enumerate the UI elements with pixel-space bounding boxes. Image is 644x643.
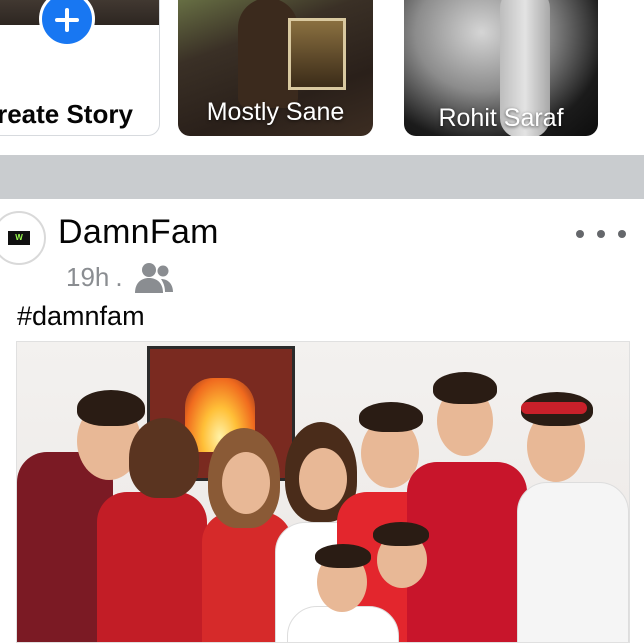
page-avatar[interactable]: W	[0, 211, 46, 265]
photo-person	[507, 382, 629, 642]
story-card-mostly-sane[interactable]: Mostly Sane	[178, 0, 373, 136]
feed-post: W DamnFam 19h . #damnfam	[0, 199, 644, 643]
meta-separator: .	[115, 261, 123, 292]
create-story-card[interactable]: reate Story	[0, 0, 160, 136]
more-options-button[interactable]	[576, 223, 626, 245]
story-photo-detail	[288, 18, 346, 90]
more-dots-icon	[576, 230, 584, 238]
post-photo[interactable]	[16, 341, 630, 643]
feed-divider	[0, 155, 644, 199]
post-timestamp[interactable]: 19h	[66, 262, 109, 293]
story-card-rohit-saraf[interactable]: Rohit Saraf	[404, 0, 598, 136]
story-name: Mostly Sane	[206, 98, 345, 126]
post-meta: 19h .	[66, 259, 177, 295]
post-caption: #damnfam	[17, 301, 145, 331]
photo-person	[97, 402, 207, 642]
stories-strip: reate Story Mostly Sane Rohit Saraf	[0, 0, 644, 150]
photo-person	[367, 522, 457, 642]
add-story-icon[interactable]	[39, 0, 95, 47]
story-name: Rohit Saraf	[438, 104, 564, 132]
create-story-label: reate Story	[0, 99, 133, 129]
page-logo-icon: W	[8, 231, 30, 245]
friends-icon	[134, 263, 173, 293]
page-name-link[interactable]: DamnFam	[58, 213, 219, 252]
